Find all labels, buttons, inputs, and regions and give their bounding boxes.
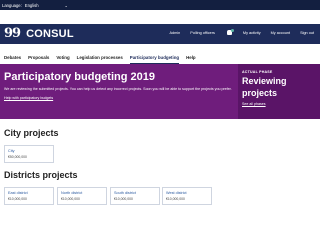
top-links: Admin Polling officers My activity My ac…: [160, 29, 314, 36]
see-all-phases-link[interactable]: See all phases: [242, 102, 316, 106]
card-name[interactable]: East district: [8, 191, 50, 195]
nav-voting[interactable]: Voting: [56, 52, 69, 64]
logo[interactable]: 99 CONSUL: [4, 26, 74, 41]
language-label: Language:: [2, 2, 22, 8]
main-nav: Debates Proposals Voting Legislation pro…: [0, 52, 320, 64]
card-amount: €50,000,000: [8, 155, 27, 159]
district-card-east[interactable]: East district €10,000,000: [4, 187, 54, 205]
sign-out-link[interactable]: Sign out: [300, 31, 314, 35]
card-name[interactable]: South district: [114, 191, 156, 195]
card-amount: €10,000,000: [166, 197, 185, 201]
nav-participatory-budgeting[interactable]: Participatory budgeting: [129, 52, 180, 64]
language-bar: Language: English ⌄: [0, 0, 320, 10]
page-title: Participatory budgeting 2019: [4, 71, 155, 83]
card-name[interactable]: West district: [166, 191, 208, 195]
language-select[interactable]: English ⌄: [25, 3, 68, 8]
logo-mark: 99: [4, 26, 21, 41]
budget-hero: Participatory budgeting 2019 We are revi…: [0, 64, 238, 119]
notifications-icon[interactable]: [226, 29, 234, 36]
card-amount: €10,000,000: [61, 197, 80, 201]
polling-officers-link[interactable]: Polling officers: [190, 31, 215, 35]
phase-panel: ACTUAL PHASE Reviewing projects See all …: [238, 64, 320, 119]
card-amount: €10,000,000: [8, 197, 27, 201]
nav-proposals[interactable]: Proposals: [28, 52, 49, 64]
district-card-north[interactable]: North district €10,000,000: [57, 187, 107, 205]
phase-name: Reviewing projects: [242, 76, 287, 98]
chevron-down-icon: ⌄: [64, 2, 68, 8]
nav-debates[interactable]: Debates: [4, 52, 21, 64]
card-name[interactable]: City: [8, 149, 50, 153]
language-selected: English: [24, 2, 39, 8]
site-header: 99 CONSUL Admin Polling officers My acti…: [0, 24, 320, 44]
my-account-link[interactable]: My account: [271, 31, 290, 35]
logo-text: CONSUL: [26, 28, 74, 40]
districts-projects-title: Districts projects: [4, 170, 78, 180]
admin-link[interactable]: Admin: [170, 31, 181, 35]
card-amount: €10,000,000: [114, 197, 133, 201]
notification-dot: [230, 29, 234, 32]
hero-description: We are reviewing the submitted projects.…: [4, 87, 232, 91]
nav-legislation[interactable]: Legislation processes: [77, 52, 123, 64]
city-projects-title: City projects: [4, 128, 59, 138]
district-card-south[interactable]: South district €10,000,000: [110, 187, 160, 205]
phase-label: ACTUAL PHASE: [242, 70, 273, 74]
city-card[interactable]: City €50,000,000: [4, 145, 54, 163]
card-name[interactable]: North district: [61, 191, 103, 195]
help-link[interactable]: Help with participatory budgets: [4, 96, 234, 100]
district-card-west[interactable]: West district €10,000,000: [162, 187, 212, 205]
nav-help[interactable]: Help: [186, 52, 196, 64]
my-activity-link[interactable]: My activity: [243, 31, 261, 35]
